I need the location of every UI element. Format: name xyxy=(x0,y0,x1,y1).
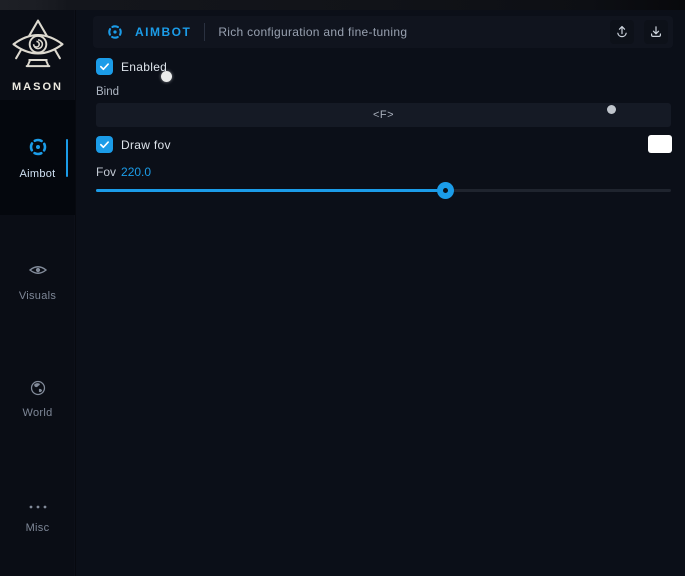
check-icon xyxy=(99,61,110,72)
header-divider xyxy=(204,23,205,41)
enabled-label: Enabled xyxy=(121,60,167,74)
fov-value: 220.0 xyxy=(121,165,151,179)
sidebar-item-label: Aimbot xyxy=(19,168,55,180)
ellipsis-icon xyxy=(28,499,48,517)
page-title: AIMBOT xyxy=(135,25,191,39)
crosshair-icon xyxy=(106,23,124,41)
bind-field-dot xyxy=(607,105,616,114)
fov-label: Fov xyxy=(96,165,116,179)
sidebar-item-world[interactable]: World xyxy=(0,369,75,429)
export-config-button[interactable] xyxy=(610,20,634,44)
fov-color-swatch[interactable] xyxy=(648,135,672,153)
sidebar-item-label: World xyxy=(22,407,52,419)
sidebar-item-visuals[interactable]: Visuals xyxy=(0,251,75,311)
sidebar-item-label: Visuals xyxy=(19,290,56,302)
bind-value: <F> xyxy=(373,109,394,121)
cheat-menu-window: MASON Aimbot Visuals xyxy=(0,0,685,576)
fov-slider-handle[interactable] xyxy=(437,182,454,199)
draw-fov-label: Draw fov xyxy=(121,138,171,152)
page-header: AIMBOT Rich configuration and fine-tunin… xyxy=(93,16,673,48)
globe-icon xyxy=(29,379,47,402)
upload-icon xyxy=(614,24,630,40)
crosshair-icon xyxy=(27,136,49,163)
main-panel: AIMBOT Rich configuration and fine-tunin… xyxy=(76,10,685,576)
brand-logo: MASON xyxy=(0,18,75,93)
check-icon xyxy=(99,139,110,150)
fov-slider[interactable] xyxy=(96,182,671,199)
bind-input[interactable]: <F> xyxy=(96,103,671,127)
fov-label-row: Fov 220.0 xyxy=(96,165,151,179)
active-tab-indicator xyxy=(66,139,68,177)
bind-label: Bind xyxy=(96,86,119,98)
window-top-strip xyxy=(0,0,685,10)
eye-pyramid-icon xyxy=(10,18,66,79)
import-config-button[interactable] xyxy=(644,20,668,44)
draw-fov-checkbox[interactable] xyxy=(96,136,113,153)
sidebar-item-misc[interactable]: Misc xyxy=(0,486,75,546)
download-icon xyxy=(648,24,664,40)
fov-slider-fill xyxy=(96,189,445,192)
page-subtitle: Rich configuration and fine-tuning xyxy=(218,25,407,39)
enabled-checkbox[interactable] xyxy=(96,58,113,75)
header-actions xyxy=(610,20,668,44)
sidebar: MASON Aimbot Visuals xyxy=(0,10,75,576)
brand-name: MASON xyxy=(12,81,63,93)
sidebar-item-label: Misc xyxy=(26,522,50,534)
sidebar-item-aimbot[interactable]: Aimbot xyxy=(0,100,75,215)
eye-icon xyxy=(28,260,48,285)
